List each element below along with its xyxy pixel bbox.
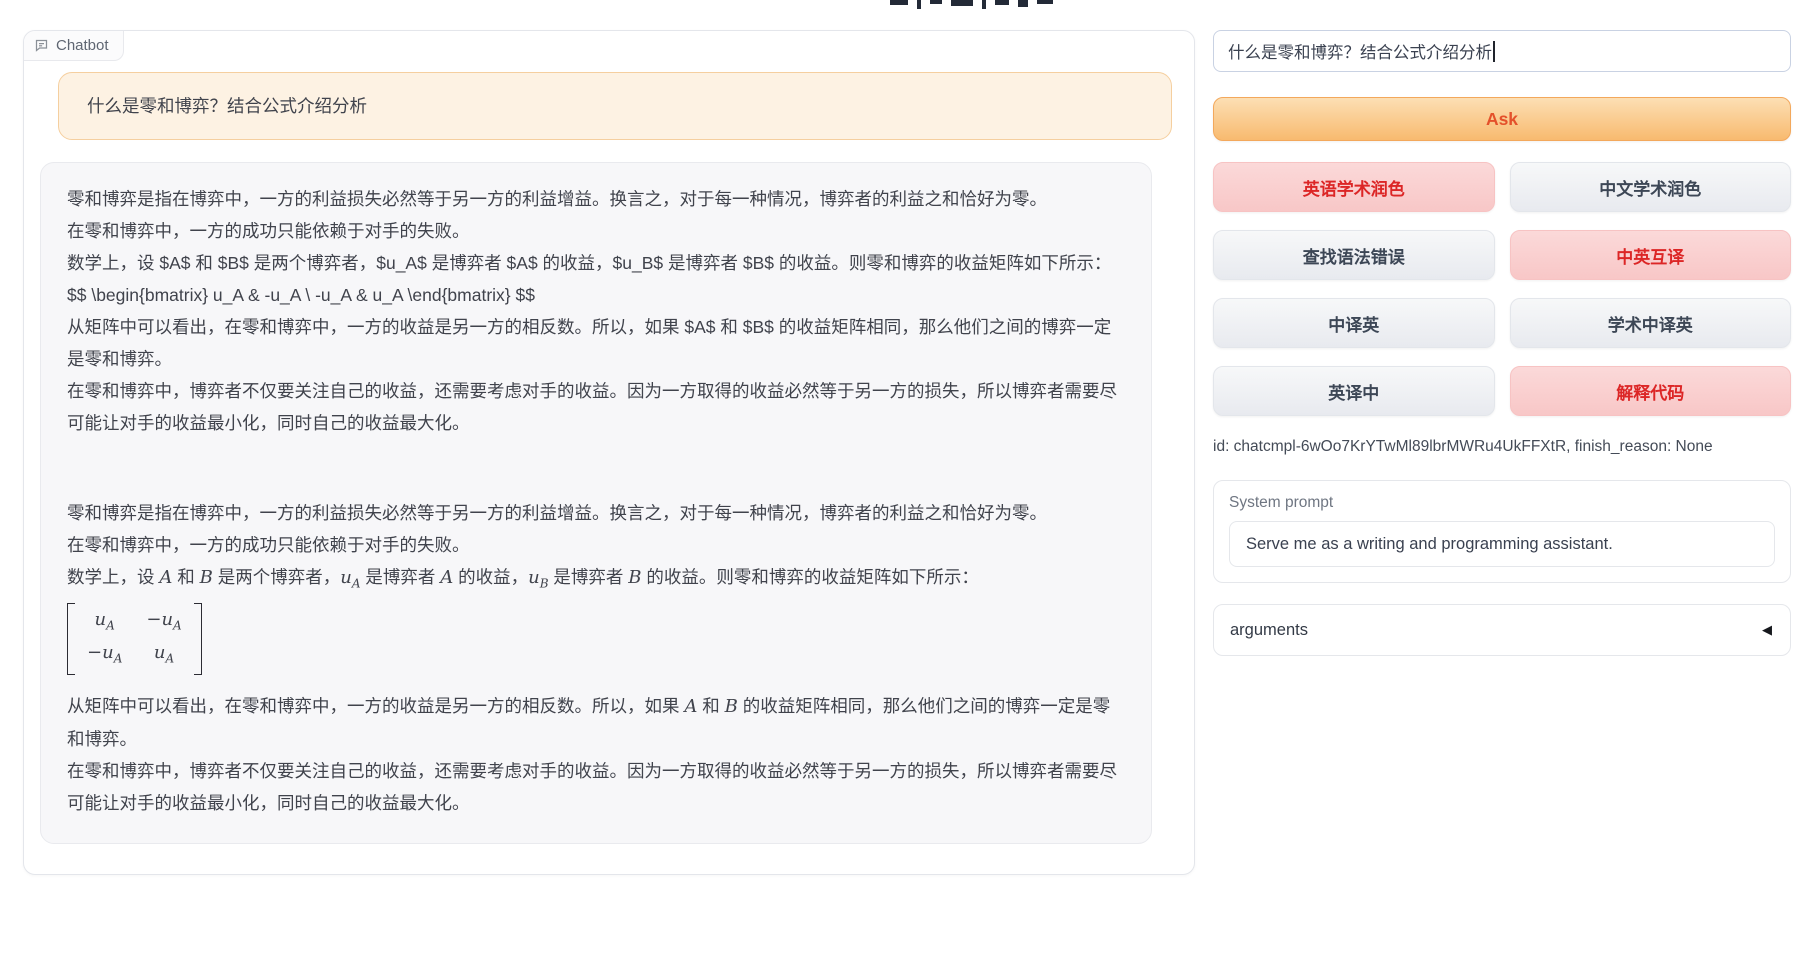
bot-message-bubble: 零和博弈是指在博弈中，一方的利益损失必然等于另一方的利益增益。换言之，对于每一种… <box>40 162 1152 844</box>
chatbot-panel: Chatbot 什么是零和博弈？结合公式介绍分析 零和博弈是指在博弈中，一方的利… <box>23 30 1195 875</box>
quick-action-chinese-academic-polish[interactable]: 中文学术润色 <box>1510 162 1792 212</box>
chat-bubble-icon <box>34 38 49 53</box>
quick-action-english-academic-polish[interactable]: 英语学术润色 <box>1213 162 1495 212</box>
prompt-input-value: 什么是零和博弈？结合公式介绍分析 <box>1228 39 1492 63</box>
user-message-bubble: 什么是零和博弈？结合公式介绍分析 <box>58 72 1172 140</box>
system-prompt-card: System prompt <box>1213 480 1791 583</box>
quick-action-zh-en-mutual-translate[interactable]: 中英互译 <box>1510 230 1792 280</box>
quick-action-find-grammar-errors[interactable]: 查找语法错误 <box>1213 230 1495 280</box>
bot-paragraph: 零和博弈是指在博弈中，一方的利益损失必然等于另一方的利益增益。换言之，对于每一种… <box>67 497 1125 561</box>
user-message-text: 什么是零和博弈？结合公式介绍分析 <box>87 96 367 116</box>
system-prompt-label: System prompt <box>1229 494 1775 512</box>
quick-action-academic-zh-to-en[interactable]: 学术中译英 <box>1510 298 1792 348</box>
accordion-label: arguments <box>1230 621 1308 640</box>
quick-action-en-to-zh[interactable]: 英译中 <box>1213 366 1495 416</box>
paragraph-gap <box>67 439 1125 497</box>
bot-paragraph: 零和博弈是指在博弈中，一方的利益损失必然等于另一方的利益增益。换言之，对于每一种… <box>67 183 1125 439</box>
quick-action-zh-to-en[interactable]: 中译英 <box>1213 298 1495 348</box>
collapse-triangle-icon: ◀ <box>1762 622 1772 638</box>
bot-paragraph: 从矩阵中可以看出，在零和博弈中，一方的收益是另一方的相反数。所以，如果 A 和 … <box>67 690 1125 755</box>
quick-actions-grid: 英语学术润色 中文学术润色 查找语法错误 中英互译 中译英 学术中译英 英译中 … <box>1213 162 1791 416</box>
chat-scroll-area[interactable]: 什么是零和博弈？结合公式介绍分析 零和博弈是指在博弈中，一方的利益损失必然等于另… <box>24 31 1194 874</box>
clipped-page-title <box>890 0 1053 10</box>
status-line: id: chatcmpl-6wOo7KrYTwMl89lbrMWRu4UkFFX… <box>1213 438 1791 456</box>
ask-button[interactable]: Ask <box>1213 97 1791 141</box>
bot-paragraph: 数学上，设 A 和 B 是两个博弈者，uA 是博弈者 A 的收益，uB 是博弈者… <box>67 561 1125 600</box>
prompt-input[interactable]: 什么是零和博弈？结合公式介绍分析 <box>1213 30 1791 72</box>
chatbot-label-text: Chatbot <box>56 37 109 54</box>
bot-paragraph: 在零和博弈中，博弈者不仅要关注自己的收益，还需要考虑对手的收益。因为一方取得的收… <box>67 755 1125 819</box>
controls-column: 什么是零和博弈？结合公式介绍分析 Ask 英语学术润色 中文学术润色 查找语法错… <box>1213 30 1791 656</box>
app-layout: Chatbot 什么是零和博弈？结合公式介绍分析 零和博弈是指在博弈中，一方的利… <box>0 0 1814 875</box>
quick-action-explain-code[interactable]: 解释代码 <box>1510 366 1792 416</box>
text-cursor <box>1493 41 1495 62</box>
chatbot-label: Chatbot <box>24 31 124 61</box>
system-prompt-input[interactable] <box>1229 521 1775 567</box>
arguments-accordion[interactable]: arguments ◀ <box>1213 604 1791 656</box>
math-matrix: uA−uA−uAuA <box>67 600 1125 690</box>
